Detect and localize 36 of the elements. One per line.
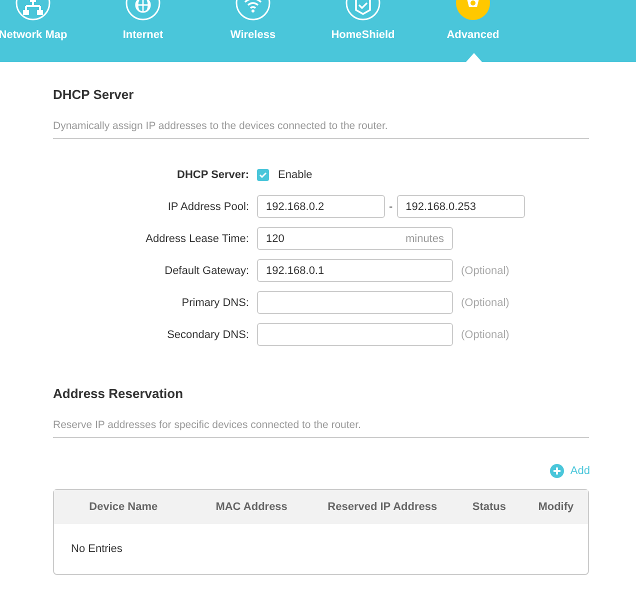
section-description: Dynamically assign IP addresses to the devices connected to the router. (53, 120, 589, 139)
column-header: Device Name (54, 490, 193, 524)
input-field[interactable] (257, 291, 453, 314)
section-title: DHCP Server (53, 87, 135, 102)
field-label: Address Lease Time: (144, 232, 250, 244)
optional-note: (Optional) (461, 296, 510, 308)
field-label: DHCP Server: (176, 168, 250, 180)
nav-tab[interactable]: HomeShield (308, 0, 418, 62)
nav-tab[interactable]: Wireless (198, 0, 308, 62)
empty-message: No Entries (71, 543, 122, 555)
unit-label: minutes (405, 232, 444, 244)
section-title: Address Reservation (53, 386, 184, 401)
nav-tab[interactable]: Internet (88, 0, 198, 62)
field-label: Primary DNS: (180, 296, 250, 308)
checkbox[interactable] (257, 168, 269, 180)
checkmark-icon (259, 170, 267, 178)
input-field[interactable]: 120 minutes (257, 227, 453, 250)
checkbox-label: Enable (278, 168, 312, 180)
input-field[interactable]: 192.168.0.2 (257, 195, 385, 218)
column-header: MAC Address (192, 490, 310, 524)
optional-note: (Optional) (461, 328, 510, 340)
field-label: IP Address Pool: (166, 200, 250, 212)
input-field[interactable]: 192.168.0.1 (257, 259, 453, 282)
nav-tab[interactable]: Advanced (418, 0, 528, 62)
column-header: Modify (524, 490, 588, 524)
range-separator: - (389, 200, 393, 212)
input-field[interactable] (257, 323, 453, 346)
column-header: Reserved IP Address (310, 490, 454, 524)
field-label: Secondary DNS: (166, 328, 250, 340)
optional-note: (Optional) (461, 264, 510, 276)
input-field[interactable]: 192.168.0.253 (396, 195, 525, 218)
plus-icon (550, 464, 564, 478)
add-button[interactable]: Add (550, 464, 590, 478)
column-header: Status (454, 490, 524, 524)
section-description: Reserve IP addresses for specific devices connected to the router. (53, 419, 589, 438)
field-label: Default Gateway: (164, 264, 250, 276)
